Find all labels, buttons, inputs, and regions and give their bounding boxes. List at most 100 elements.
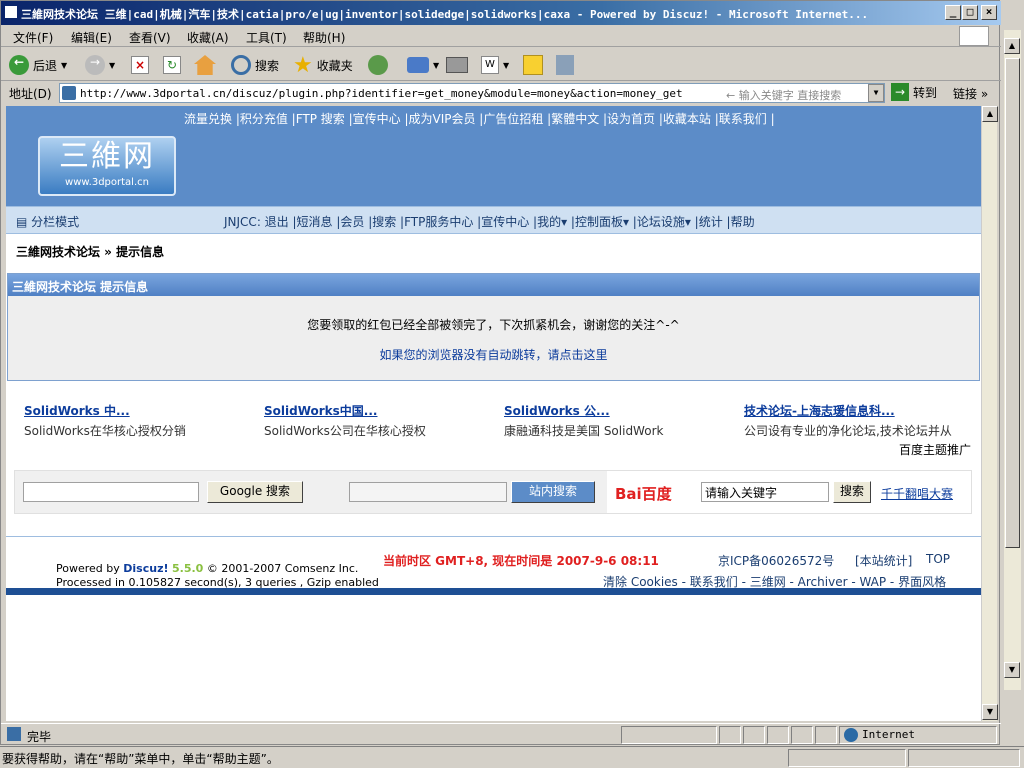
globe-icon <box>844 728 858 742</box>
status-bar: 完毕 Internet <box>1 723 1001 745</box>
user-nav-links[interactable]: JNJCC: 退出 |短消息 |会员 |搜索 |FTP服务中心 |宣传中心 |我… <box>224 213 755 230</box>
outer-scroll-thumb[interactable] <box>1005 58 1020 548</box>
baidu-promo-link[interactable]: 百度主题推广 <box>899 441 971 458</box>
top-links[interactable]: 流量兑换 |积分充值 |FTP 搜索 |宣传中心 |成为VIP会员 |广告位招租… <box>184 110 775 127</box>
outer-scroll-down-button[interactable]: ▼ <box>1004 662 1020 678</box>
help-status-bar: 要获得帮助，请在“帮助”菜单中，单击“帮助主题”。 <box>0 746 1024 768</box>
baidu-link[interactable]: 千千翻唱大赛 <box>881 485 953 502</box>
page-icon <box>62 86 76 100</box>
security-zone: Internet <box>839 726 997 744</box>
logo-url: www.3dportal.cn <box>65 177 149 188</box>
scroll-down-button[interactable]: ▼ <box>982 704 998 720</box>
stop-icon: × <box>131 56 149 74</box>
timezone-info: 当前时区 GMT+8, 现在时间是 2007-9-6 08:11 <box>383 554 659 568</box>
web-page: 流量兑换 |积分充值 |FTP 搜索 |宣传中心 |成为VIP会员 |广告位招租… <box>6 106 981 721</box>
search-button[interactable]: 搜索 <box>231 54 279 76</box>
ad-item: SolidWorks中国... SolidWorks公司在华核心授权 <box>264 402 494 439</box>
menu-view[interactable]: 查看(V) <box>129 29 171 46</box>
go-arrow-icon: → <box>891 83 909 101</box>
ad-desc: SolidWorks公司在华核心授权 <box>264 424 426 438</box>
menu-file[interactable]: 文件(F) <box>13 29 53 46</box>
history-icon <box>368 55 388 75</box>
outer-scrollbar[interactable]: ▲ ▼ <box>1004 30 1021 690</box>
menu-help[interactable]: 帮助(H) <box>303 29 345 46</box>
stats-link[interactable]: [本站统计] <box>855 552 912 569</box>
forward-button[interactable]: → ▼ <box>85 54 115 76</box>
ad-link[interactable]: SolidWorks中国... <box>264 402 494 422</box>
ad-item: 技术论坛-上海志瑗信息科... 公司设有专业的净化论坛,技术论坛并从 <box>744 402 974 439</box>
refresh-button[interactable]: ↻ <box>163 54 181 76</box>
note-icon <box>523 55 543 75</box>
minimize-button[interactable]: _ <box>945 5 961 20</box>
ad-desc: 公司设有专业的净化论坛,技术论坛并从 <box>744 424 952 438</box>
outer-scroll-up-button[interactable]: ▲ <box>1004 38 1020 54</box>
google-search-input[interactable] <box>23 482 199 502</box>
layout-toggle[interactable]: ▤ 分栏模式 <box>16 213 79 230</box>
window-title: 三維网技术论坛 三维|cad|机械|汽车|技术|catia|pro/e|ug|i… <box>21 8 869 21</box>
site-search-button[interactable]: 站内搜索 <box>511 481 595 503</box>
google-search-button[interactable]: Google 搜索 <box>207 481 303 503</box>
links-button[interactable]: 链接 » <box>953 85 988 102</box>
print-button[interactable] <box>446 54 468 76</box>
menu-edit[interactable]: 编辑(E) <box>71 29 112 46</box>
go-button[interactable]: → 转到 <box>891 83 937 101</box>
mail-icon <box>407 57 429 73</box>
site-header: 流量兑换 |积分充值 |FTP 搜索 |宣传中心 |成为VIP会员 |广告位招租… <box>6 106 981 206</box>
discuss-button[interactable] <box>523 54 543 76</box>
redirect-link[interactable]: 如果您的浏览器没有自动跳转，请点击这里 <box>8 346 979 363</box>
stop-button[interactable]: × <box>131 54 149 76</box>
logo-text: 三維网 <box>59 139 155 174</box>
ad-link[interactable]: 技术论坛-上海志瑗信息科... <box>744 402 974 422</box>
baidu-search-input[interactable]: 请输入关键字 <box>701 482 829 502</box>
baidu-logo[interactable]: Bai百度 <box>615 483 672 504</box>
maximize-button[interactable]: □ <box>962 5 978 20</box>
zone-label: Internet <box>862 728 915 741</box>
site-search-input[interactable] <box>349 482 507 502</box>
edit-button[interactable]: W ▼ <box>481 54 509 76</box>
url-text: http://www.3dportal.cn/discuz/plugin.php… <box>80 87 683 100</box>
message-box: 三維网技术论坛 提示信息 您要领取的红包已经全部被领完了，下次抓紧机会，谢谢您的… <box>7 273 980 381</box>
search-row: Google 搜索 站内搜索 Bai百度 请输入关键字 搜索 千千翻唱大赛 <box>14 470 972 514</box>
messenger-icon <box>556 55 574 75</box>
toolbar: ← 后退 ▼ → ▼ × ↻ 搜索 ★ 收藏夹 ▼ W ▼ <box>1 48 1001 81</box>
top-link[interactable]: TOP <box>926 552 950 566</box>
menu-bar: 文件(F) 编辑(E) 查看(V) 收藏(A) 工具(T) 帮助(H) <box>1 25 1001 47</box>
ad-desc: SolidWorks在华核心授权分销 <box>24 424 186 438</box>
mail-button[interactable]: ▼ <box>407 54 439 76</box>
baidu-search-button[interactable]: 搜索 <box>833 481 871 503</box>
ad-desc: 康融通科技是美国 SolidWork <box>504 424 664 438</box>
go-label: 转到 <box>913 85 938 100</box>
footer-bar <box>6 588 981 595</box>
scroll-up-button[interactable]: ▲ <box>982 106 998 122</box>
menu-tools[interactable]: 工具(T) <box>246 29 287 46</box>
icp-link[interactable]: 京ICP备06026572号 <box>718 552 834 569</box>
breadcrumb[interactable]: 三維网技术论坛 » 提示信息 <box>16 243 164 260</box>
back-button[interactable]: ← 后退 ▼ <box>9 54 67 76</box>
ad-link[interactable]: SolidWorks 中... <box>24 402 254 422</box>
menu-favorites[interactable]: 收藏(A) <box>187 29 229 46</box>
home-button[interactable] <box>194 54 216 76</box>
discuz-link[interactable]: Discuz! <box>123 562 168 575</box>
ad-link[interactable]: SolidWorks 公... <box>504 402 734 422</box>
browser-window: 三維网技术论坛 三维|cad|机械|汽车|技术|catia|pro/e|ug|i… <box>0 0 1001 745</box>
search-label: 搜索 <box>255 58 280 73</box>
status-text: 完毕 <box>27 730 52 744</box>
url-input[interactable]: http://www.3dportal.cn/discuz/plugin.php… <box>59 83 885 103</box>
powered-by: Powered by Discuz! 5.5.0 © 2001-2007 Com… <box>56 562 359 575</box>
title-bar[interactable]: 三維网技术论坛 三维|cad|机械|汽车|技术|catia|pro/e|ug|i… <box>1 1 1001 25</box>
word-icon: W <box>481 56 499 74</box>
messenger-button[interactable] <box>556 54 574 76</box>
history-button[interactable] <box>368 54 388 76</box>
back-label: 后退 <box>33 58 58 73</box>
star-icon: ★ <box>293 52 313 78</box>
home-icon <box>194 55 216 75</box>
favorites-label: 收藏夹 <box>316 58 353 73</box>
address-bar: 地址(D) http://www.3dportal.cn/discuz/plug… <box>1 81 1001 105</box>
favorites-button[interactable]: ★ 收藏夹 <box>293 52 353 78</box>
address-dropdown-button[interactable]: ▼ <box>868 84 884 102</box>
site-logo[interactable]: 三維网 www.3dportal.cn <box>38 136 176 196</box>
page-scrollbar[interactable]: ▲ ▼ <box>981 106 998 721</box>
ie-icon <box>4 5 18 19</box>
search-icon <box>231 55 251 75</box>
close-button[interactable]: × <box>981 5 997 20</box>
